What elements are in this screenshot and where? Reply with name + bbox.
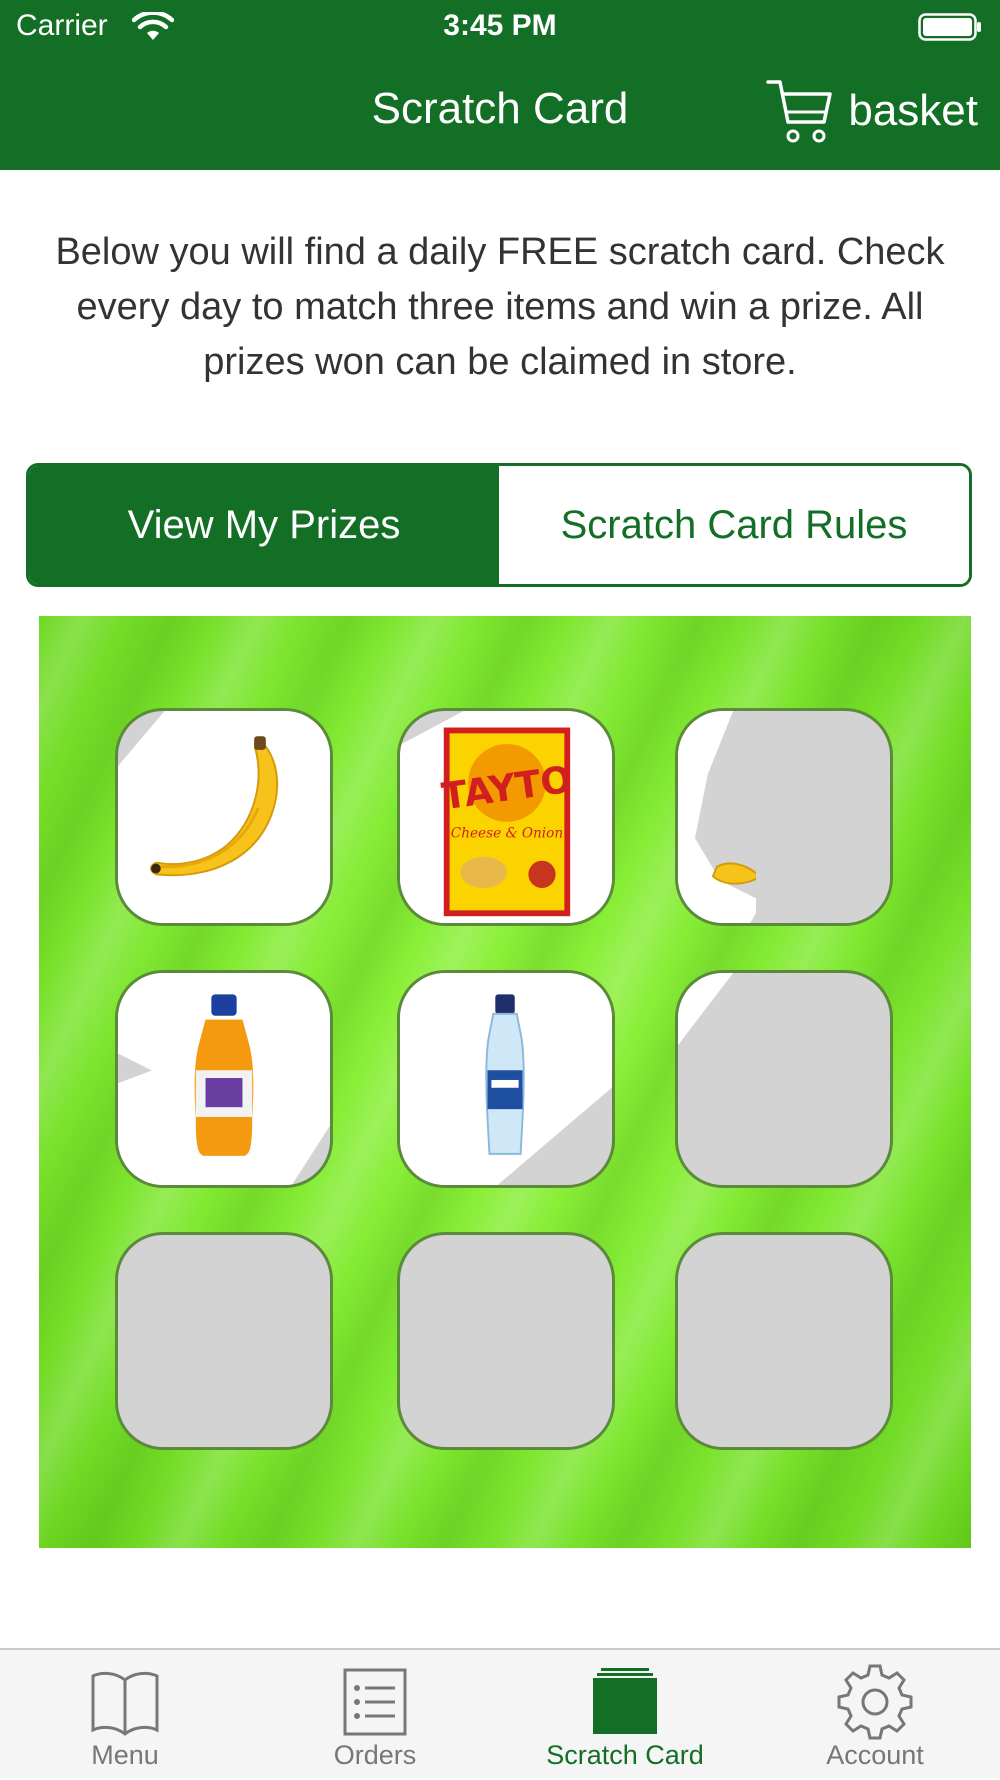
tab-label: Account (826, 1740, 924, 1770)
tab-label: Menu (91, 1740, 159, 1770)
scratch-tile-7[interactable] (115, 1232, 333, 1450)
list-icon (343, 1668, 407, 1736)
status-bar: Carrier 3:45 PM (0, 0, 1000, 54)
battery-icon (918, 13, 981, 41)
scratch-tile-5[interactable] (397, 970, 615, 1188)
orange-juice-bottle-image (194, 994, 254, 1156)
view-my-prizes-button[interactable]: View My Prizes (29, 466, 499, 584)
tab-menu[interactable]: Menu (0, 1650, 250, 1780)
scratch-card: TAYTO Cheese & Onion (39, 616, 971, 1548)
gear-icon (837, 1664, 913, 1740)
segmented-control: View My Prizes Scratch Card Rules (26, 463, 972, 587)
card-stack-icon (593, 1668, 657, 1734)
intro-text: Below you will find a daily FREE scratch… (55, 231, 945, 383)
scratch-tile-4[interactable] (115, 970, 333, 1188)
water-bottle-image (485, 994, 525, 1155)
cart-icon (766, 80, 833, 143)
tab-label: Scratch Card (546, 1740, 704, 1770)
scratch-tile-6[interactable] (675, 970, 893, 1188)
tab-scratch-card[interactable]: Scratch Card (500, 1650, 750, 1780)
scratch-tile-1[interactable] (115, 708, 333, 926)
svg-text:Cheese & Onion: Cheese & Onion (451, 825, 563, 841)
tab-orders[interactable]: Orders (250, 1650, 500, 1780)
tayto-crisps-image: TAYTO Cheese & Onion (439, 727, 575, 917)
scratch-tile-9[interactable] (675, 1232, 893, 1450)
book-icon (91, 1671, 159, 1736)
scratch-tile-3[interactable] (675, 708, 893, 926)
status-time: 3:45 PM (443, 9, 557, 42)
app-header: Carrier 3:45 PM Scratch Card basket (0, 0, 1000, 170)
scratch-card-rules-button[interactable]: Scratch Card Rules (499, 466, 969, 584)
tab-account[interactable]: Account (750, 1650, 1000, 1780)
tab-bar: Menu Orders Scratch Card Account (0, 1648, 1000, 1778)
tab-label: Orders (333, 1740, 417, 1770)
scratch-tile-8[interactable] (397, 1232, 615, 1450)
scratch-tile-2[interactable]: TAYTO Cheese & Onion (397, 708, 615, 926)
basket-button[interactable]: basket (766, 76, 978, 146)
banana-image (150, 736, 279, 877)
basket-label: basket (848, 86, 978, 135)
